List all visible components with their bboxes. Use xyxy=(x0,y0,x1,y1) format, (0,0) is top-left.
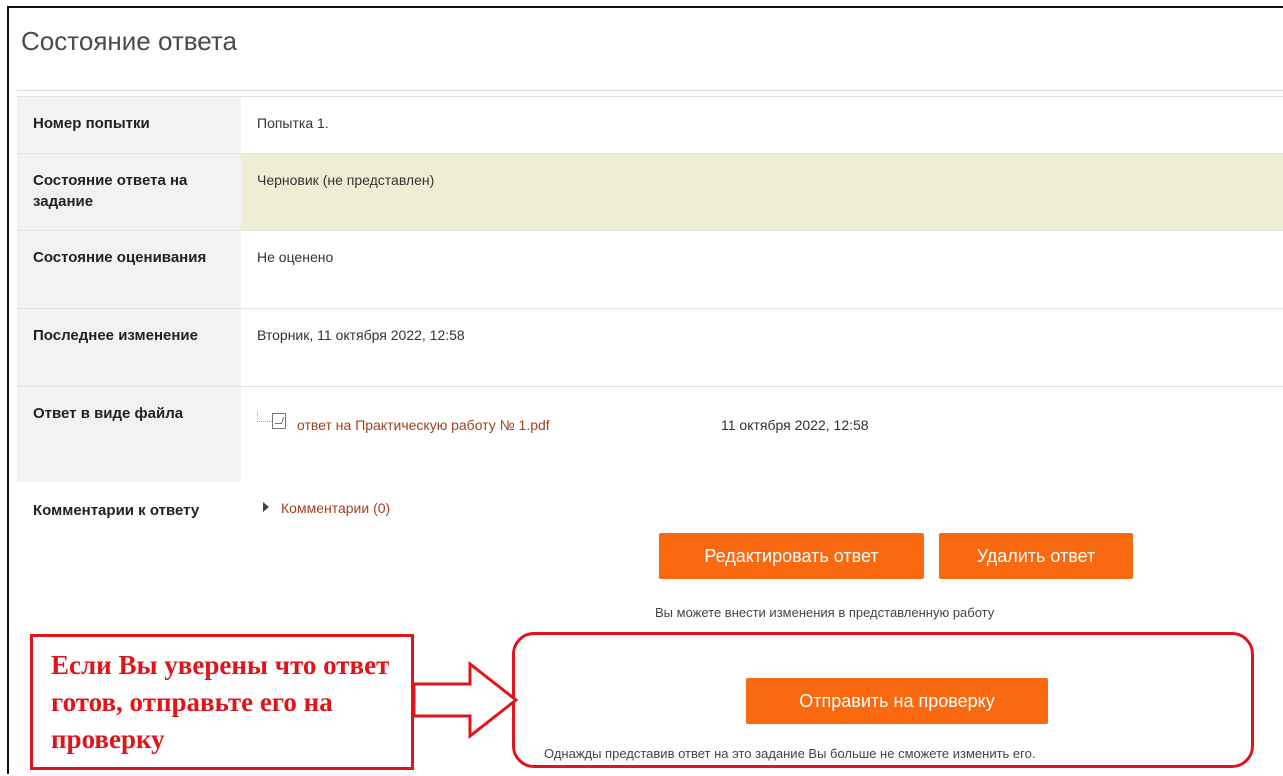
file-date: 11 октября 2022, 12:58 xyxy=(721,417,869,433)
row-value: Вторник, 11 октября 2022, 12:58 xyxy=(257,327,465,343)
tree-connector xyxy=(257,411,272,422)
row-label: Последнее изменение xyxy=(17,309,241,387)
edit-hint: Вы можете внести изменения в представлен… xyxy=(655,605,995,620)
row-value: Не оценено xyxy=(257,249,334,265)
pdf-file-icon xyxy=(272,413,286,429)
page-title: Состояние ответа xyxy=(21,26,237,56)
row-label: Ответ в виде файла xyxy=(17,387,241,483)
row-value: Попытка 1. xyxy=(257,115,329,131)
annotation-arrow-icon xyxy=(412,660,519,740)
triangle-right-icon xyxy=(263,502,269,512)
row-file-submission: Ответ в виде файла ответ на Практическую… xyxy=(17,386,1283,483)
row-label: Номер попытки xyxy=(17,97,241,154)
remove-submission-button[interactable]: Удалить ответ xyxy=(939,533,1133,579)
row-value-draft: Черновик (не представлен) xyxy=(241,154,1283,231)
title-divider xyxy=(17,90,1283,91)
row-attempt-number: Номер попытки Попытка 1. xyxy=(17,96,1283,154)
comments-toggle[interactable]: Комментарии (0) xyxy=(263,498,390,518)
file-link[interactable]: ответ на Практическую работу № 1.pdf xyxy=(297,415,550,435)
submit-highlight-frame xyxy=(512,632,1254,768)
edit-submission-button[interactable]: Редактировать ответ xyxy=(659,533,924,579)
row-last-modified: Последнее изменение Вторник, 11 октября … xyxy=(17,308,1283,387)
row-grading-status: Состояние оценивания Не оценено xyxy=(17,230,1283,309)
file-list: ответ на Практическую работу № 1.pdf 11 … xyxy=(241,387,1283,483)
annotation-callout: Если Вы уверены что ответ готов, отправь… xyxy=(30,634,414,770)
row-label: Состояние оценивания xyxy=(17,231,241,309)
row-submission-status: Состояние ответа на задание Черновик (не… xyxy=(17,153,1283,231)
row-label: Состояние ответа на задание xyxy=(17,154,241,231)
comments-label: Комментарии (0) xyxy=(281,500,391,516)
